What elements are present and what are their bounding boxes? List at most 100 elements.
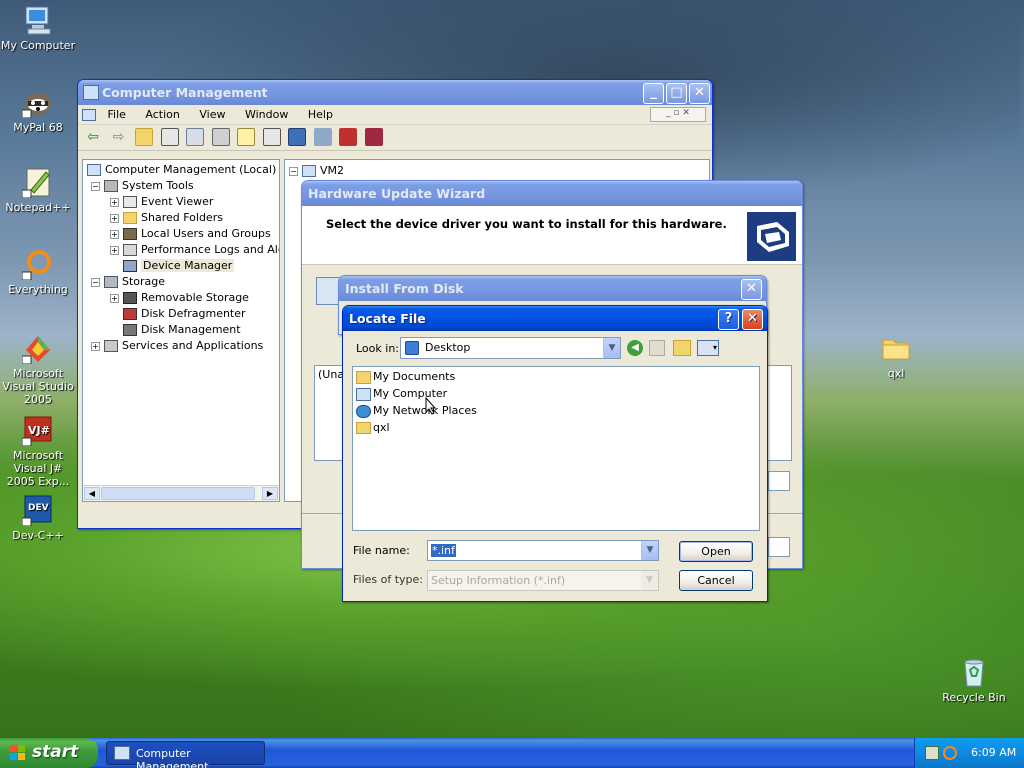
menu-file[interactable]: File <box>100 108 134 121</box>
chevron-down-icon[interactable]: ▼ <box>603 338 620 358</box>
taskbar-item-computer-management[interactable]: Computer Management <box>106 741 265 768</box>
removable-icon <box>123 292 137 304</box>
defrag-icon <box>123 308 137 320</box>
desktop-icon-visual-studio[interactable]: Microsoft Visual Studio 2005 <box>0 332 78 406</box>
computer-icon <box>302 165 316 177</box>
maximize-button[interactable]: □ <box>666 83 687 104</box>
tree-item-system-tools[interactable]: − System Tools <box>91 179 194 192</box>
tree-item-vm2[interactable]: − VM2 <box>289 164 344 177</box>
look-in-label: Look in: <box>356 342 399 355</box>
tree-item-device-manager[interactable]: Device Manager <box>123 259 235 272</box>
mypal-icon <box>21 86 54 119</box>
list-item-qxl[interactable]: qxl <box>356 421 390 434</box>
computer-icon <box>87 164 101 176</box>
view-menu-icon[interactable]: ▾ <box>697 340 719 356</box>
tree-horizontal-scrollbar[interactable]: ◀ ▶ <box>83 485 279 501</box>
devcpp-icon: DEV <box>21 494 54 527</box>
open-button[interactable]: Open <box>679 541 753 562</box>
menu-window[interactable]: Window <box>237 108 296 121</box>
tree-item-computer-management[interactable]: Computer Management (Local) <box>87 163 276 176</box>
scroll-left-button[interactable]: ◀ <box>84 487 100 500</box>
show-tree-icon[interactable] <box>160 128 179 146</box>
uninstall-device-icon[interactable] <box>364 128 383 146</box>
everything-tray-icon[interactable] <box>943 746 957 760</box>
install-from-disk-close-button[interactable]: ✕ <box>741 279 762 300</box>
wizard-cancel-button[interactable] <box>768 537 790 557</box>
up-folder-icon[interactable] <box>135 128 153 146</box>
wizard-titlebar[interactable]: Hardware Update Wizard <box>302 181 802 206</box>
console-tree-icon[interactable] <box>262 128 281 146</box>
disable-device-icon[interactable] <box>339 128 357 146</box>
toolbar: ⇦ ⇨ <box>78 125 712 151</box>
print-icon[interactable] <box>211 128 230 146</box>
desktop-icon-my-computer[interactable]: My Computer <box>0 4 78 52</box>
scan-hardware-icon[interactable] <box>288 128 306 146</box>
tree-item-disk-management[interactable]: Disk Management <box>123 323 241 336</box>
tree-item-storage[interactable]: − Storage <box>91 275 165 288</box>
computer-management-titlebar[interactable]: Computer Management _ □ ✕ <box>78 80 712 105</box>
chevron-down-icon[interactable]: ▼ <box>641 541 658 560</box>
up-one-level-icon[interactable] <box>649 340 665 356</box>
close-button[interactable]: ✕ <box>689 83 710 104</box>
windows-logo-icon <box>10 745 26 761</box>
file-name-input[interactable]: *.inf ▼ <box>427 540 659 561</box>
cancel-button[interactable]: Cancel <box>679 570 753 591</box>
desktop-icon-devcpp[interactable]: DEV Dev-C++ <box>0 494 78 542</box>
minimize-button[interactable]: _ <box>643 83 664 104</box>
desktop-icon-everything[interactable]: Everything <box>0 248 78 296</box>
new-folder-icon[interactable] <box>673 340 691 356</box>
computer-management-icon <box>83 85 99 100</box>
locate-file-close-button[interactable]: ✕ <box>742 309 763 330</box>
services-icon <box>104 340 118 352</box>
wizard-have-disk-button[interactable] <box>768 471 790 491</box>
notepadpp-icon <box>21 166 54 199</box>
folder-icon <box>356 422 371 434</box>
forward-icon[interactable]: ⇨ <box>110 128 128 146</box>
desktop-icon-qxl[interactable]: qxl <box>856 332 936 380</box>
disk-mgmt-icon <box>123 324 137 336</box>
file-name-label: File name: <box>353 544 410 557</box>
menu-action[interactable]: Action <box>137 108 187 121</box>
back-arrow-icon[interactable]: ◀ <box>627 340 643 356</box>
start-button[interactable]: start <box>0 738 98 768</box>
tools-icon <box>104 180 118 192</box>
tree-item-services-applications[interactable]: + Services and Applications <box>91 339 263 352</box>
tree-item-shared-folders[interactable]: + Shared Folders <box>110 211 223 224</box>
desktop-icon-mypal[interactable]: MyPal 68 <box>0 86 78 134</box>
tree-item-local-users[interactable]: + Local Users and Groups <box>110 227 271 240</box>
install-from-disk-titlebar[interactable]: Install From Disk ✕ <box>339 276 766 301</box>
shared-folder-icon <box>123 212 137 224</box>
files-of-type-dropdown[interactable]: Setup Information (*.inf) ▼ <box>427 570 659 591</box>
desktop-icon-recycle-bin[interactable]: Recycle Bin <box>934 656 1014 704</box>
help-button[interactable]: ? <box>718 309 739 330</box>
desktop-icon <box>405 341 419 355</box>
menu-help[interactable]: Help <box>300 108 341 121</box>
mmc-doc-icon <box>82 109 96 121</box>
desktop-icon-notepadpp[interactable]: Notepad++ <box>0 166 78 214</box>
system-tray: 6:09 AM <box>914 738 1024 768</box>
child-window-controls[interactable]: _ ▫ ✕ <box>650 107 706 122</box>
tree-item-disk-defragmenter[interactable]: Disk Defragmenter <box>123 307 246 320</box>
visual-jsharp-icon: VJ# <box>21 414 54 447</box>
files-of-type-label: Files of type: <box>353 573 424 586</box>
update-driver-icon[interactable] <box>313 128 332 146</box>
scroll-thumb[interactable] <box>101 487 255 500</box>
back-icon[interactable]: ⇦ <box>84 128 102 146</box>
tree-item-removable-storage[interactable]: + Removable Storage <box>110 291 249 304</box>
tree-item-event-viewer[interactable]: + Event Viewer <box>110 195 213 208</box>
help-icon[interactable] <box>237 128 255 146</box>
list-item-my-network-places[interactable]: My Network Places <box>356 404 477 418</box>
locate-file-titlebar[interactable]: Locate File ? ✕ <box>343 306 767 331</box>
users-icon <box>123 228 137 240</box>
menu-view[interactable]: View <box>191 108 233 121</box>
look-in-dropdown[interactable]: Desktop ▼ <box>400 337 621 359</box>
svg-text:VJ#: VJ# <box>28 424 50 437</box>
network-tray-icon[interactable] <box>925 746 939 760</box>
properties-icon[interactable] <box>186 128 204 146</box>
tree-item-performance-logs[interactable]: +Performance Logs and Alerts <box>110 243 279 256</box>
wizard-header: Select the device driver you want to ins… <box>302 206 802 265</box>
desktop-icon-visual-jsharp[interactable]: VJ# Microsoft Visual J# 2005 Exp... <box>0 414 78 488</box>
clock[interactable]: 6:09 AM <box>971 746 1016 759</box>
scroll-right-button[interactable]: ▶ <box>262 487 278 500</box>
list-item-my-documents[interactable]: My Documents <box>356 370 455 384</box>
